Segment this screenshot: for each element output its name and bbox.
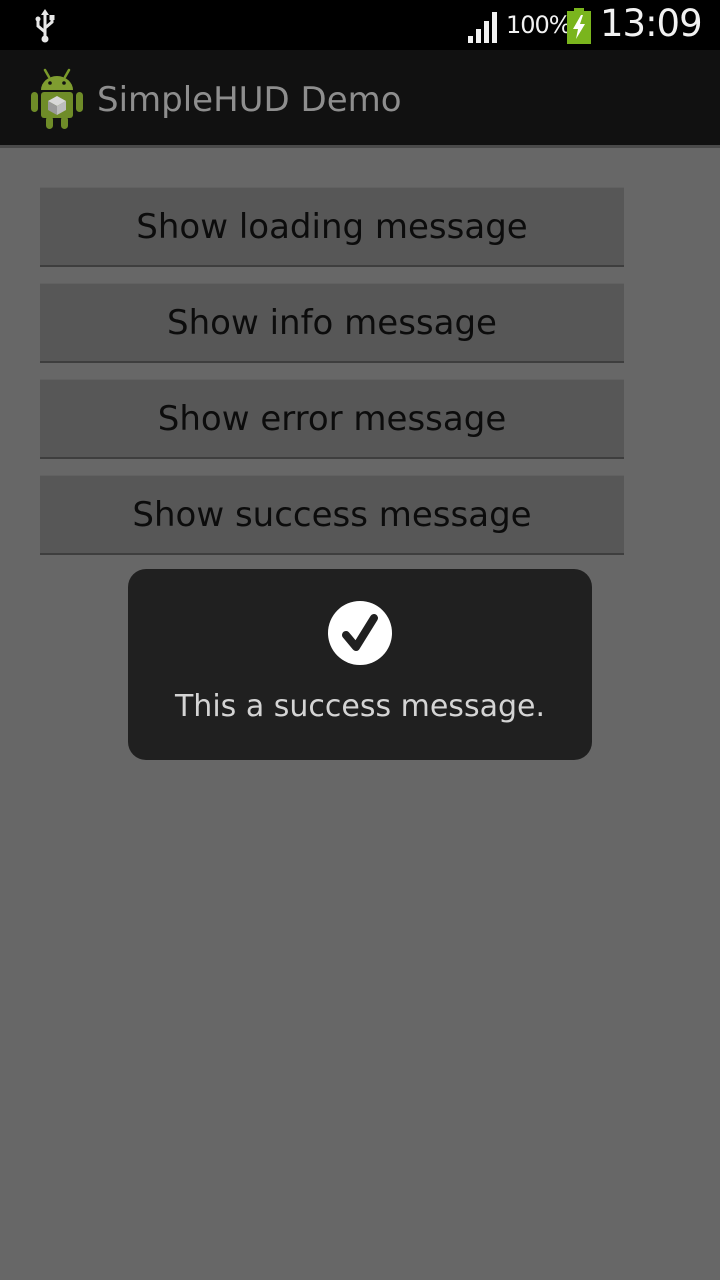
success-hud: This a success message. xyxy=(128,569,592,760)
battery-percent: 100% xyxy=(506,11,572,39)
show-success-button[interactable]: Show success message xyxy=(40,475,624,555)
android-app-icon[interactable] xyxy=(28,66,86,130)
app-title: SimpleHUD Demo xyxy=(97,80,402,120)
show-loading-button[interactable]: Show loading message xyxy=(40,187,624,267)
status-bar: 100% 13:09 xyxy=(0,0,720,50)
show-info-button[interactable]: Show info message xyxy=(40,283,624,363)
battery-charging-icon xyxy=(567,8,591,44)
clock: 13:09 xyxy=(600,2,703,45)
usb-icon xyxy=(35,9,55,43)
show-error-button[interactable]: Show error message xyxy=(40,379,624,459)
checkmark-icon xyxy=(328,601,392,665)
signal-icon xyxy=(468,12,497,43)
action-bar-divider xyxy=(0,145,720,148)
hud-message: This a success message. xyxy=(174,689,545,724)
